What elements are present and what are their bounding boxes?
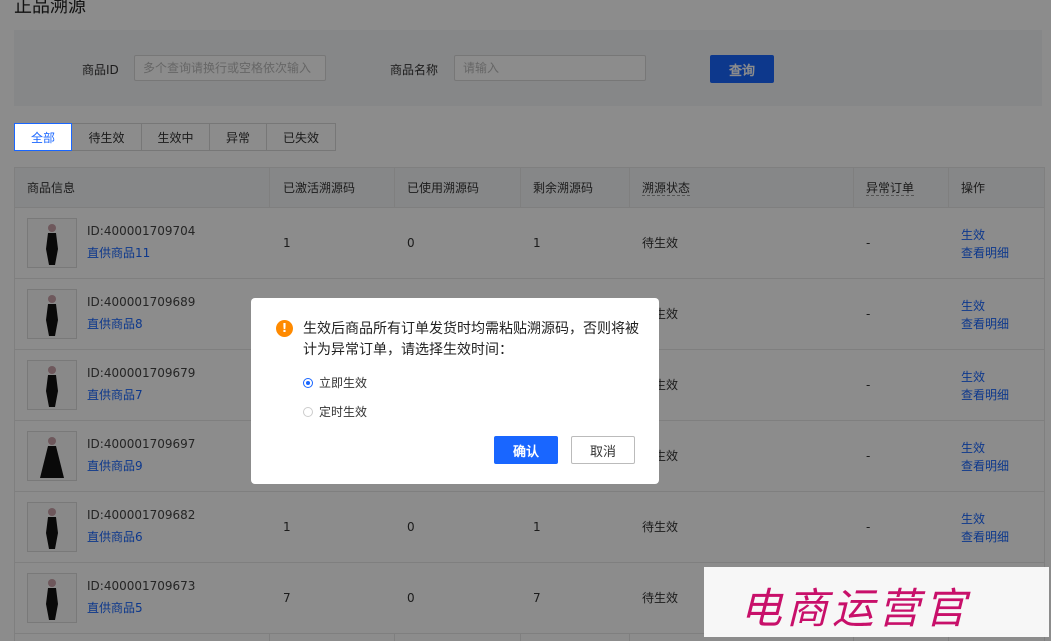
radio-immediate-label: 立即生效 xyxy=(319,376,368,390)
radio-unchecked-icon[interactable] xyxy=(303,406,313,417)
warning-icon: ! xyxy=(276,320,293,337)
radio-scheduled[interactable]: 定时生效 xyxy=(303,403,367,420)
radio-scheduled-label: 定时生效 xyxy=(319,405,368,419)
tab-all[interactable]: 全部 xyxy=(14,123,72,151)
radio-checked-icon[interactable] xyxy=(303,377,313,388)
cancel-button[interactable]: 取消 xyxy=(571,436,635,464)
dialog-message: 生效后商品所有订单发货时均需粘贴溯源码，否则将被计为异常订单，请选择生效时间： xyxy=(303,321,639,358)
watermark-text: 电商运营官 xyxy=(740,584,971,633)
radio-immediate[interactable]: 立即生效 xyxy=(303,374,367,391)
confirm-button[interactable]: 确认 xyxy=(494,436,558,464)
activation-confirm-dialog: ! 生效后商品所有订单发货时均需粘贴溯源码，否则将被计为异常订单，请选择生效时间… xyxy=(251,298,659,484)
watermark: 电商运营官 xyxy=(704,567,1049,637)
